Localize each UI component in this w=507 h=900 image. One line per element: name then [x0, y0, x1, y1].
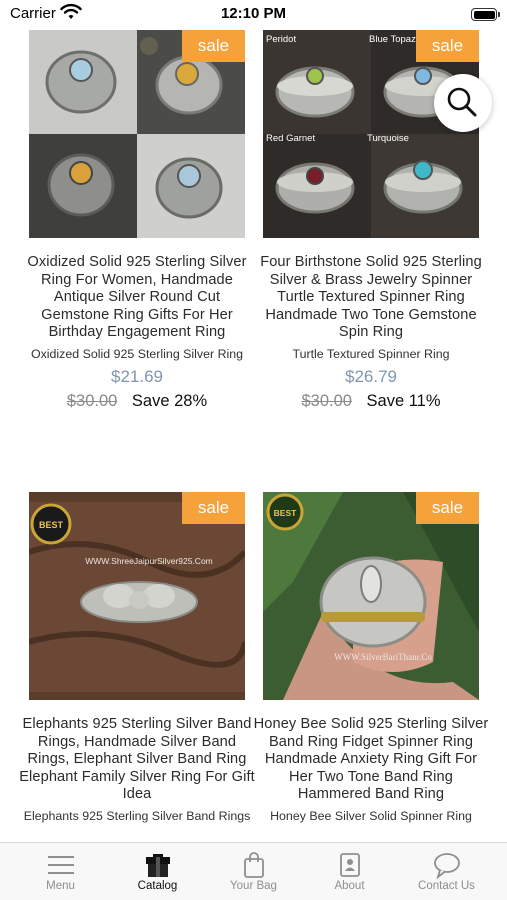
product-price: $21.69	[111, 367, 163, 387]
product-title[interactable]: Honey Bee Solid 925 Sterling Silver Band…	[253, 716, 489, 804]
bag-icon	[244, 852, 264, 878]
product-image[interactable]: BEST WWW.SilverBariThanr.Co sale	[263, 492, 479, 700]
image-label: Peridot	[266, 34, 296, 45]
product-subtitle: Elephants 925 Sterling Silver Band Rings	[23, 808, 251, 823]
product-subtitle: Honey Bee Silver Solid Spinner Ring	[270, 808, 472, 823]
image-label: WWW.SilverBariThanr.Co	[334, 652, 432, 662]
zoom-button[interactable]	[434, 74, 492, 132]
image-label: Turquoise	[367, 133, 409, 144]
discount-label: Save 28%	[131, 392, 208, 411]
product-title[interactable]: Oxidized Solid 925 Sterling Silver Ring …	[19, 254, 255, 342]
product-title[interactable]: Elephants 925 Sterling Silver Band Rings…	[19, 716, 255, 804]
menu-icon	[48, 856, 74, 874]
sale-badge: sale	[416, 30, 479, 62]
tab-menu[interactable]: Menu	[10, 843, 111, 900]
product-price: $26.79	[345, 367, 397, 387]
tab-label: Your Bag	[230, 880, 277, 892]
tab-label: Contact Us	[418, 880, 475, 892]
product-subtitle: Turtle Textured Spinner Ring	[292, 346, 450, 361]
sale-badge: sale	[182, 30, 245, 62]
discount-label: Save 11%	[366, 392, 441, 411]
status-bar: Carrier 12:10 PM	[0, 0, 507, 30]
tab-catalog[interactable]: Catalog	[107, 843, 208, 900]
catalog-icon	[146, 854, 170, 877]
original-price: $30.00	[66, 392, 118, 411]
tab-bag[interactable]: Your Bag	[203, 843, 304, 900]
tab-bar: Menu Catalog Your Bag About Contact Us	[0, 842, 507, 900]
about-icon	[340, 853, 360, 877]
tab-label: Catalog	[137, 880, 178, 892]
tab-contact[interactable]: Contact Us	[396, 843, 497, 900]
tab-label: About	[334, 880, 365, 892]
sale-badge: sale	[416, 492, 479, 524]
product-image[interactable]: sale	[29, 30, 245, 238]
sale-badge: sale	[182, 492, 245, 524]
product-grid[interactable]: sale Oxidized Solid 925 Sterling Silver …	[0, 30, 507, 842]
image-label: BEST	[39, 520, 64, 530]
product-subtitle: Oxidized Solid 925 Sterling Silver Ring	[30, 346, 244, 361]
tab-about[interactable]: About	[299, 843, 400, 900]
product-image[interactable]: BEST WWW.ShreeJaipurSilver925.Com sale	[29, 492, 245, 700]
clock: 12:10 PM	[220, 5, 287, 22]
battery-icon	[471, 8, 500, 21]
image-label: BEST	[274, 508, 297, 518]
product-title[interactable]: Four Birthstone Solid 925 Sterling Silve…	[253, 254, 489, 342]
image-label: WWW.ShreeJaipurSilver925.Com	[85, 556, 213, 566]
search-icon	[447, 87, 477, 117]
image-label: Red Garnet	[266, 133, 315, 144]
image-label: Blue Topaz	[369, 34, 416, 45]
tab-label: Menu	[46, 880, 75, 892]
original-price: $30.00	[301, 392, 352, 411]
product-image[interactable]: Peridot Blue Topaz Red Garnet Turquoise …	[263, 30, 479, 238]
chat-icon	[434, 853, 460, 879]
